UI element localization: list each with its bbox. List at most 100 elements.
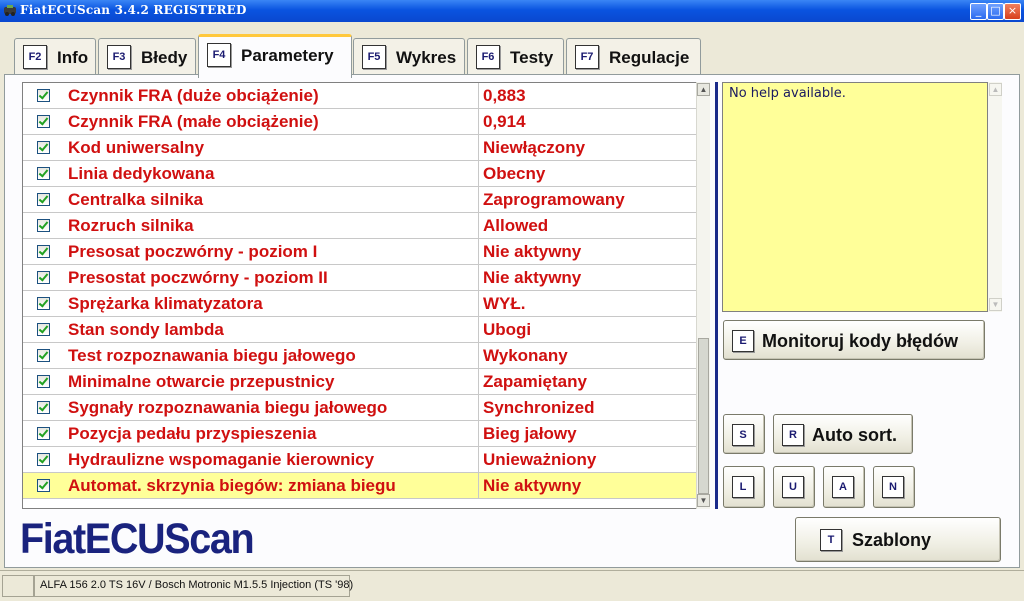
- parameter-row[interactable]: Rozruch silnika Allowed: [23, 213, 697, 239]
- help-panel: No help available.: [722, 82, 988, 312]
- button-key: R: [782, 424, 804, 446]
- checkbox-icon[interactable]: [37, 245, 50, 258]
- checkbox-icon[interactable]: [37, 323, 50, 336]
- parameter-row[interactable]: Sprężarka klimatyzatora WYŁ.: [23, 291, 697, 317]
- checkbox-icon[interactable]: [37, 401, 50, 414]
- column-divider: [478, 135, 479, 161]
- checkbox-icon[interactable]: [37, 89, 50, 102]
- tab-label: Info: [57, 48, 89, 67]
- tab-label: Błedy: [141, 48, 188, 67]
- u-button[interactable]: U: [773, 466, 815, 508]
- a-button[interactable]: A: [823, 466, 865, 508]
- tab-parametery[interactable]: F4 Parametery: [198, 34, 352, 78]
- checkbox-icon[interactable]: [37, 349, 50, 362]
- parameter-name: Kod uniwersalny: [68, 138, 205, 157]
- checkbox-icon[interactable]: [37, 453, 50, 466]
- checkbox-icon[interactable]: [37, 219, 50, 232]
- parameter-value: Zapamiętany: [483, 372, 587, 391]
- tab-label: Testy: [510, 48, 554, 67]
- column-divider: [478, 447, 479, 473]
- checkbox-icon[interactable]: [37, 115, 50, 128]
- parameter-row[interactable]: Sygnały rozpoznawania biegu jałowego Syn…: [23, 395, 697, 421]
- checkbox-icon[interactable]: [37, 167, 50, 180]
- parameter-value: Wykonany: [483, 346, 568, 365]
- templates-button[interactable]: T Szablony: [795, 517, 1001, 562]
- app-icon: [4, 5, 16, 16]
- tab-key: F7: [575, 45, 599, 69]
- column-divider: [478, 109, 479, 135]
- tab-bledy[interactable]: F3 Błedy: [98, 38, 196, 76]
- column-divider: [478, 265, 479, 291]
- parameter-list[interactable]: Czynnik FRA (duże obciążenie) 0,883 Czyn…: [22, 82, 698, 509]
- tab-regulacje[interactable]: F7 Regulacje: [566, 38, 701, 76]
- parameter-value: Unieważniony: [483, 450, 597, 469]
- checkbox-icon[interactable]: [37, 141, 50, 154]
- parameter-row[interactable]: Minimalne otwarcie przepustnicy Zapamięt…: [23, 369, 697, 395]
- parameter-scrollbar[interactable]: ▲ ▼: [696, 82, 710, 509]
- scroll-thumb[interactable]: [698, 338, 709, 494]
- parameter-name: Czynnik FRA (duże obciążenie): [68, 86, 319, 105]
- column-divider: [478, 161, 479, 187]
- tab-key: F4: [207, 43, 231, 67]
- parameter-name: Presosat poczwórny - poziom I: [68, 242, 318, 261]
- parameter-value: Zaprogramowany: [483, 190, 625, 209]
- n-button[interactable]: N: [873, 466, 915, 508]
- checkbox-icon[interactable]: [37, 427, 50, 440]
- checkbox-icon[interactable]: [37, 375, 50, 388]
- scroll-down-arrow-icon[interactable]: ▼: [697, 494, 710, 507]
- button-key: S: [732, 424, 754, 446]
- column-divider: [478, 291, 479, 317]
- parameter-row[interactable]: Test rozpoznawania biegu jałowego Wykona…: [23, 343, 697, 369]
- parameter-name: Test rozpoznawania biegu jałowego: [68, 346, 356, 365]
- minimize-button[interactable]: _: [970, 3, 987, 20]
- sort-s-button[interactable]: S: [723, 414, 765, 454]
- parameter-row[interactable]: Centralka silnika Zaprogramowany: [23, 187, 697, 213]
- parameter-row[interactable]: Presosat poczwórny - poziom I Nie aktywn…: [23, 239, 697, 265]
- tab-wykres[interactable]: F5 Wykres: [353, 38, 465, 76]
- parameter-value: 0,883: [483, 86, 526, 105]
- parameter-row[interactable]: Czynnik FRA (małe obciążenie) 0,914: [23, 109, 697, 135]
- checkbox-icon[interactable]: [37, 479, 50, 492]
- button-key: T: [820, 529, 842, 551]
- checkbox-icon[interactable]: [37, 271, 50, 284]
- help-scrollbar[interactable]: ▲ ▼: [988, 82, 1002, 312]
- parameter-row[interactable]: Linia dedykowana Obecny: [23, 161, 697, 187]
- tab-testy[interactable]: F6 Testy: [467, 38, 564, 76]
- button-label: Szablony: [852, 530, 932, 550]
- monitor-error-codes-button[interactable]: E Monitoruj kody błędów: [723, 320, 985, 360]
- column-divider: [478, 369, 479, 395]
- close-button[interactable]: ×: [1004, 3, 1021, 20]
- parameter-name: Automat. skrzynia biegów: zmiana biegu: [68, 476, 396, 495]
- tab-key: F3: [107, 45, 131, 69]
- parameter-value: Obecny: [483, 164, 546, 183]
- column-divider: [478, 213, 479, 239]
- maximize-button[interactable]: □: [987, 3, 1004, 20]
- parameter-name: Minimalne otwarcie przepustnicy: [68, 372, 335, 391]
- parameter-row-selected[interactable]: Automat. skrzynia biegów: zmiana biegu N…: [23, 473, 697, 499]
- parameter-value: Synchronized: [483, 398, 595, 417]
- status-bar: ALFA 156 2.0 TS 16V / Bosch Motronic M1.…: [0, 570, 1024, 601]
- parameter-name: Rozruch silnika: [68, 216, 194, 235]
- parameter-row[interactable]: Hydraulizne wspomaganie kierownicy Uniew…: [23, 447, 697, 473]
- parameter-value: Bieg jałowy: [483, 424, 577, 443]
- scroll-up-arrow-icon[interactable]: ▲: [989, 83, 1002, 96]
- scroll-up-arrow-icon[interactable]: ▲: [697, 83, 710, 96]
- button-key: U: [782, 476, 804, 498]
- tab-label: Regulacje: [609, 48, 690, 67]
- checkbox-icon[interactable]: [37, 193, 50, 206]
- l-button[interactable]: L: [723, 466, 765, 508]
- tab-strip: F2 Info F3 Błedy F4 Parametery F5 Wykres…: [0, 22, 1024, 78]
- checkbox-icon[interactable]: [37, 297, 50, 310]
- tab-info[interactable]: F2 Info: [14, 38, 96, 76]
- parameter-row[interactable]: Stan sondy lambda Ubogi: [23, 317, 697, 343]
- pane-splitter[interactable]: [715, 82, 718, 509]
- fiatecuscan-logo: FiatECUScan: [20, 515, 255, 563]
- parameter-row[interactable]: Presostat poczwórny - poziom II Nie akty…: [23, 265, 697, 291]
- scroll-down-arrow-icon[interactable]: ▼: [989, 298, 1002, 311]
- parameter-row[interactable]: Kod uniwersalny Niewłączony: [23, 135, 697, 161]
- parameter-name: Czynnik FRA (małe obciążenie): [68, 112, 319, 131]
- parameter-row[interactable]: Czynnik FRA (duże obciążenie) 0,883: [23, 83, 697, 109]
- parameter-row[interactable]: Pozycja pedału przyspieszenia Bieg jałow…: [23, 421, 697, 447]
- tab-key: F6: [476, 45, 500, 69]
- auto-sort-button[interactable]: R Auto sort.: [773, 414, 913, 454]
